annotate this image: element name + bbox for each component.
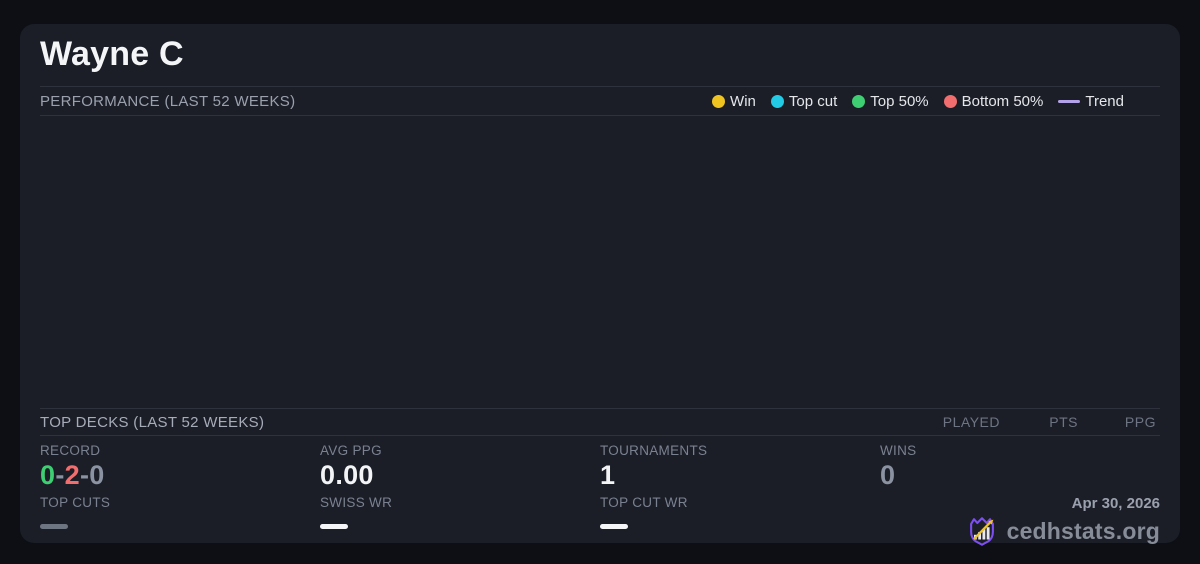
legend-item-trend: Trend (1058, 93, 1124, 110)
top-decks-heading: TOP DECKS (LAST 52 WEEKS) (40, 413, 265, 431)
legend-label: Bottom 50% (961, 92, 1044, 110)
legend-item-win: Win (712, 93, 756, 110)
top-50-dot-icon (852, 94, 866, 108)
bottom-50-dot-icon (943, 94, 957, 108)
player-stats-card: Wayne C PERFORMANCE (LAST 52 WEEKS) Win … (20, 24, 1180, 546)
legend-label: Win (730, 92, 756, 110)
record-value: 0-2-0 (40, 460, 320, 491)
avg-ppg-value: 0.00 (320, 460, 374, 490)
stat-avg-ppg: AVG PPG 0.00 (320, 443, 600, 495)
stat-tournaments: TOURNAMENTS 1 (600, 443, 880, 495)
page-title: Wayne C (40, 35, 184, 73)
cedhstats-shield-logo-icon (969, 517, 994, 546)
top-decks-header: TOP DECKS (LAST 52 WEEKS) PLAYED PTS PPG (40, 409, 1160, 435)
top-decks-column-headers: PLAYED PTS PPG (922, 414, 1156, 430)
legend-label: Top 50% (870, 92, 929, 110)
stat-label: TOP CUT WR (600, 495, 688, 510)
stats-grid: RECORD 0-2-0 AVG PPG 0.00 TOURNAMENTS 1 … (40, 436, 1160, 550)
empty-value-dash (600, 524, 628, 529)
record-draws: 0 (89, 460, 105, 490)
stat-top-cut-wr: TOP CUT WR (600, 495, 880, 550)
stat-wins: WINS 0 (880, 443, 1160, 495)
record-wins: 0 (40, 460, 56, 490)
report-date: Apr 30, 2026 (1071, 495, 1160, 512)
footer-brand-block: Apr 30, 2026 cedhstats.org (880, 495, 1160, 550)
trend-line-icon (1058, 99, 1081, 103)
stat-top-cuts: TOP CUTS (40, 495, 320, 550)
wins-value: 0 (880, 460, 896, 490)
tournaments-value: 1 (600, 460, 616, 490)
stat-label: RECORD (40, 443, 101, 458)
stat-label: AVG PPG (320, 443, 382, 458)
legend-item-top-cut: Top cut (770, 92, 838, 110)
empty-value-dash (40, 524, 68, 529)
record-separator: - (55, 460, 65, 490)
stat-label: WINS (880, 443, 917, 458)
legend-item-bottom-50: Bottom 50% (943, 92, 1044, 110)
performance-heading: PERFORMANCE (LAST 52 WEEKS) (40, 92, 296, 110)
record-losses: 2 (64, 460, 80, 490)
win-dot-icon (712, 94, 726, 108)
chart-legend: Win Top cut Top 50% Bottom 50% Trend (712, 93, 1124, 110)
stat-record: RECORD 0-2-0 (40, 443, 320, 495)
stat-label: TOP CUTS (40, 495, 111, 510)
column-header-played: PLAYED (942, 414, 1000, 430)
stat-label: TOURNAMENTS (600, 443, 708, 458)
legend-label: Top cut (788, 92, 838, 110)
top-cut-dot-icon (770, 94, 784, 108)
performance-header: PERFORMANCE (LAST 52 WEEKS) Win Top cut … (40, 87, 1160, 115)
legend-label: Trend (1085, 92, 1124, 110)
stat-swiss-wr: SWISS WR (320, 495, 600, 550)
brand-row: cedhstats.org (965, 514, 1160, 548)
brand-name: cedhstats.org (1006, 517, 1160, 544)
empty-value-dash (320, 524, 348, 529)
legend-item-top-50: Top 50% (852, 92, 929, 110)
performance-chart-plot-area (40, 116, 1160, 408)
stat-label: SWISS WR (320, 495, 393, 510)
column-header-ppg: PPG (1124, 414, 1156, 430)
record-separator: - (79, 460, 90, 490)
column-header-pts: PTS (1049, 414, 1078, 430)
